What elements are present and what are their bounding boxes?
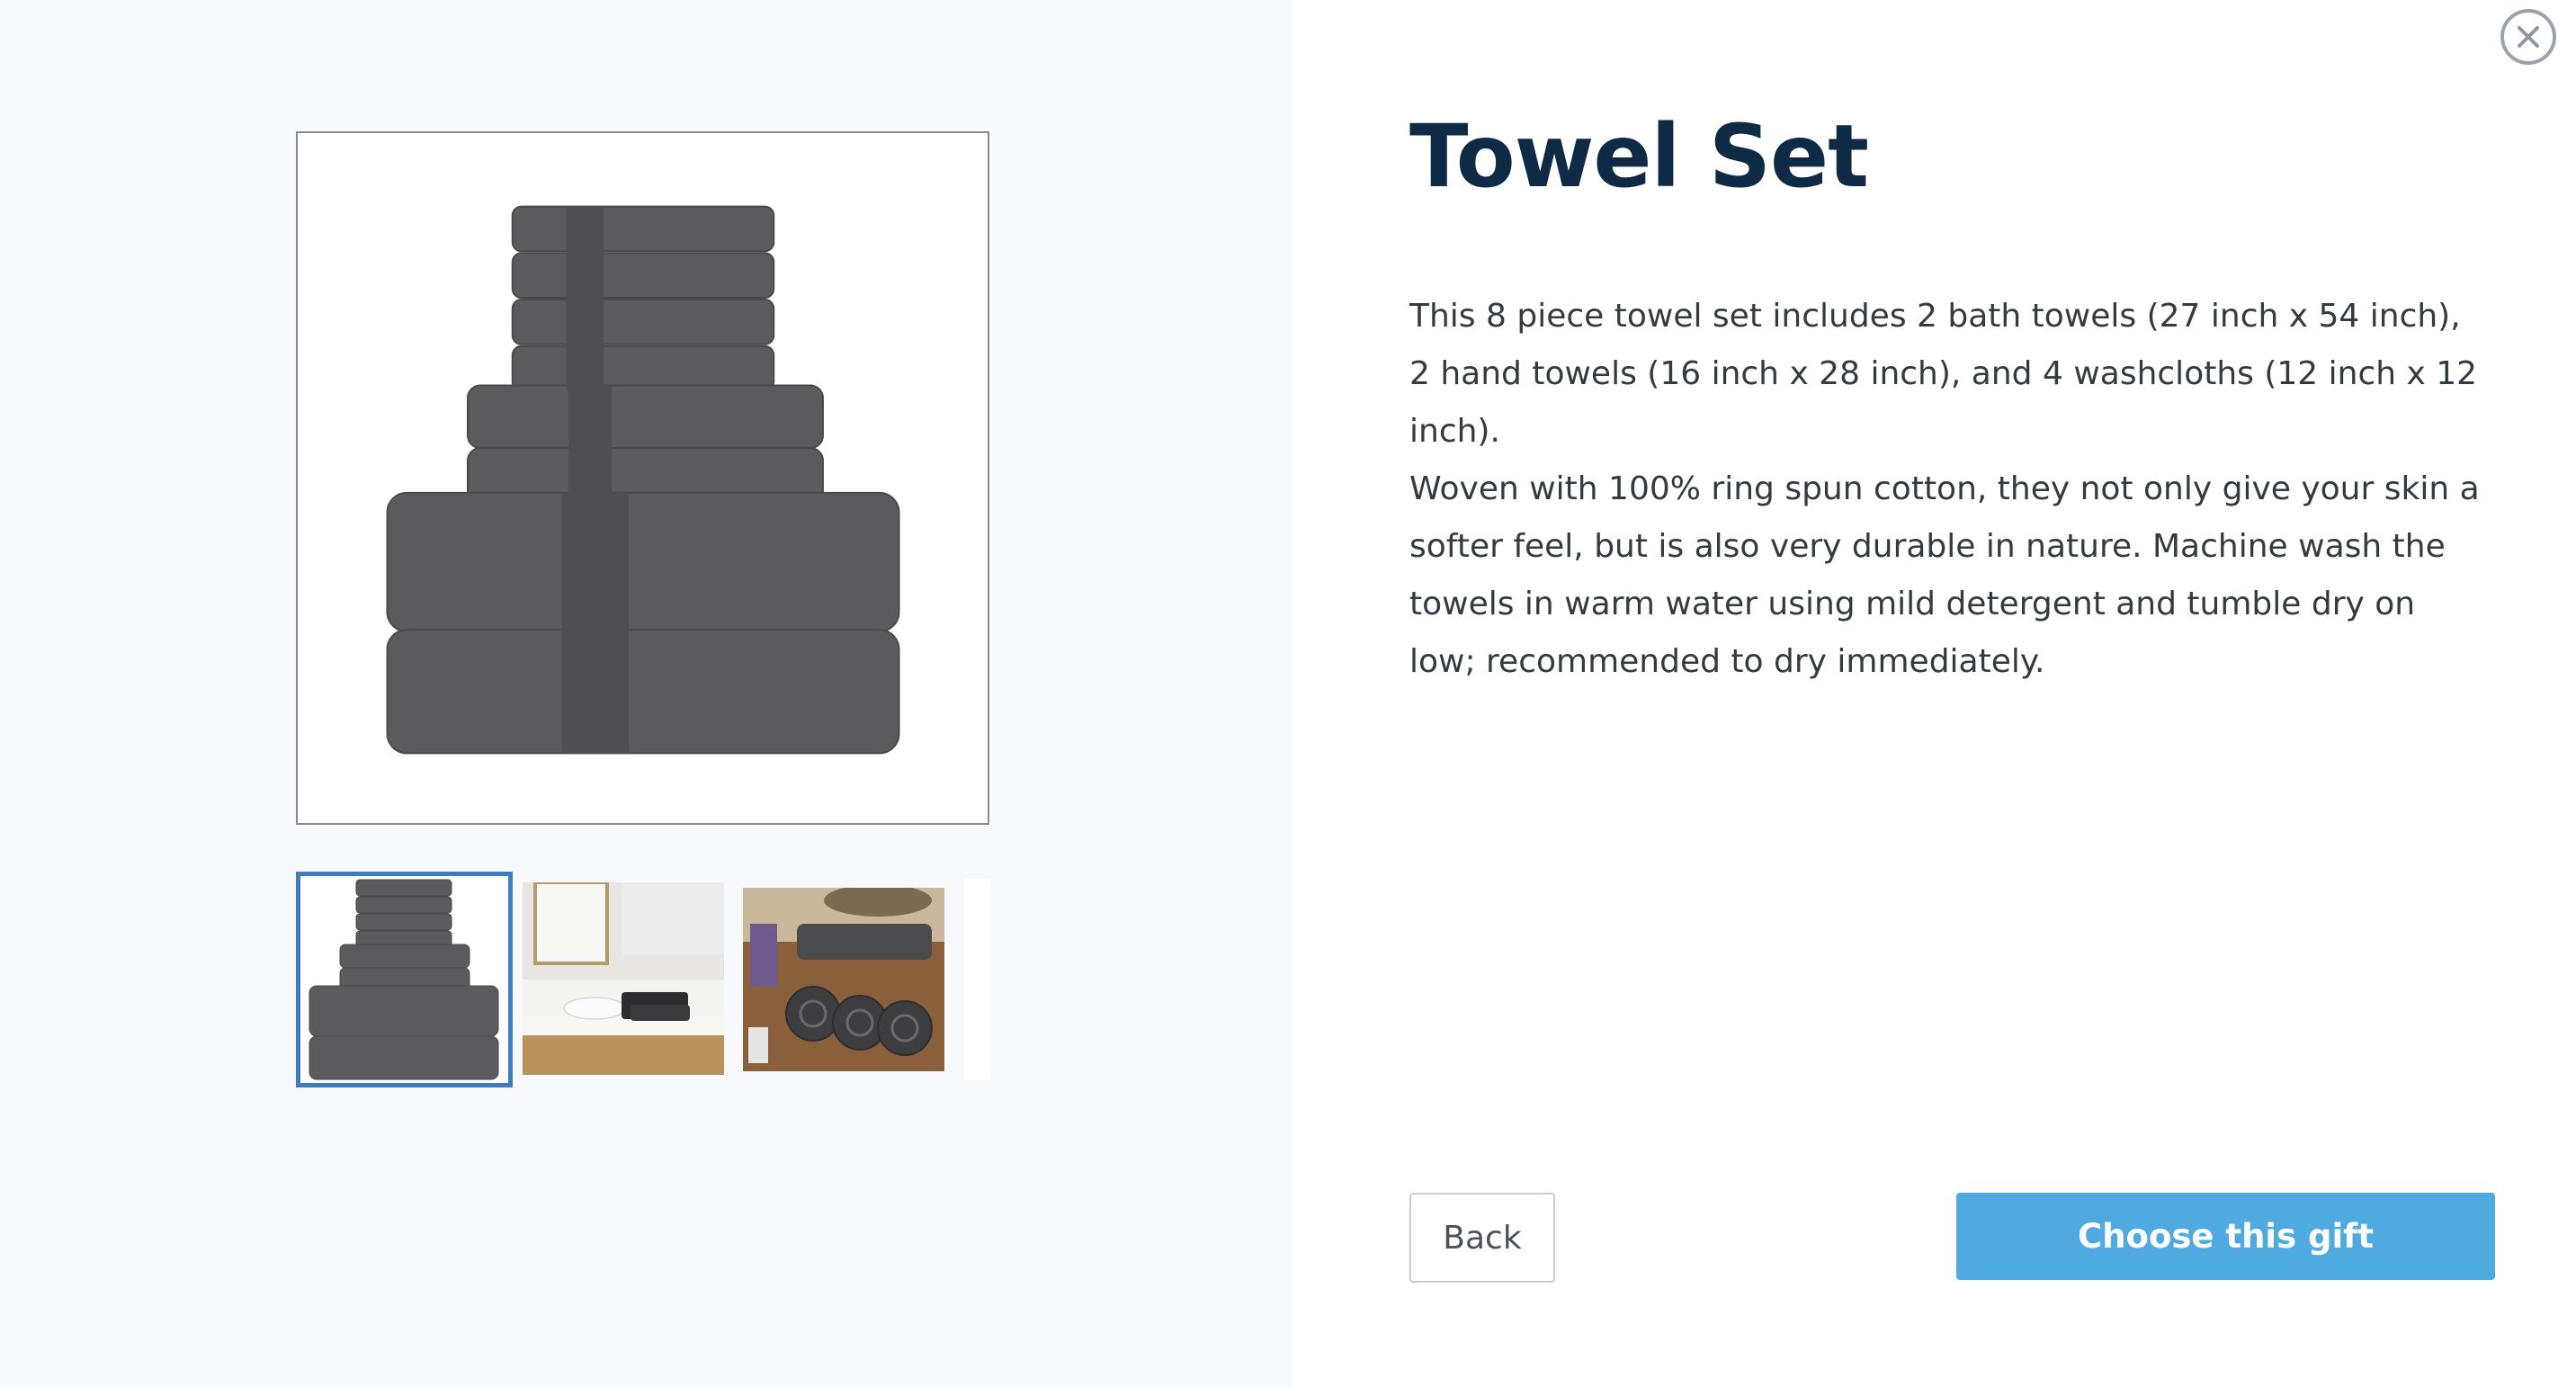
main-product-image xyxy=(296,131,989,825)
description-paragraph: This 8 piece towel set includes 2 bath t… xyxy=(1409,298,2478,450)
product-details: Towel Set This 8 piece towel set include… xyxy=(1292,0,2576,1387)
thumbnail-towel-stack[interactable] xyxy=(296,872,513,1087)
product-gallery xyxy=(0,0,1292,1387)
back-button[interactable]: Back xyxy=(1409,1193,1555,1283)
close-icon xyxy=(2518,26,2539,48)
description-paragraph: Woven with 100% ring spun cotton, they n… xyxy=(1409,470,2480,680)
thumbnail-rolled-towels[interactable] xyxy=(743,888,944,1071)
thumbnail-bathroom-counter[interactable] xyxy=(523,882,724,1075)
close-button[interactable] xyxy=(2500,9,2556,65)
product-title: Towel Set xyxy=(1409,106,1869,207)
choose-gift-button[interactable]: Choose this gift xyxy=(1956,1193,2495,1280)
thumbnail-partial[interactable] xyxy=(964,879,990,1080)
product-description: This 8 piece towel set includes 2 bath t… xyxy=(1409,288,2489,691)
thumbnail-strip xyxy=(296,872,990,1087)
